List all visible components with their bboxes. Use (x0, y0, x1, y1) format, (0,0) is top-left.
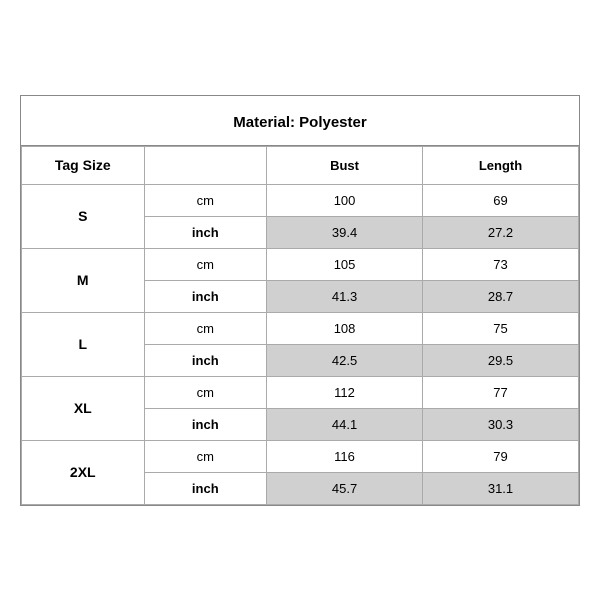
bust-inch: 41.3 (267, 280, 423, 312)
length-inch: 28.7 (423, 280, 579, 312)
bust-cm: 116 (267, 440, 423, 472)
size-chart-container: Material: Polyester Tag Size Bust Length… (20, 95, 580, 506)
header-length: Length (423, 146, 579, 184)
header-unit-empty (144, 146, 267, 184)
unit-inch: inch (144, 280, 267, 312)
length-inch: 29.5 (423, 344, 579, 376)
chart-title: Material: Polyester (21, 96, 579, 146)
header-bust: Bust (267, 146, 423, 184)
bust-cm: 112 (267, 376, 423, 408)
length-cm: 69 (423, 184, 579, 216)
bust-cm: 105 (267, 248, 423, 280)
bust-inch: 45.7 (267, 472, 423, 504)
tag-size-cell: XL (22, 376, 145, 440)
tag-size-cell: M (22, 248, 145, 312)
bust-inch: 42.5 (267, 344, 423, 376)
table-row: 2XLcm11679 (22, 440, 579, 472)
unit-cm: cm (144, 440, 267, 472)
length-cm: 77 (423, 376, 579, 408)
unit-inch: inch (144, 408, 267, 440)
tag-size-cell: S (22, 184, 145, 248)
length-inch: 27.2 (423, 216, 579, 248)
tag-size-cell: 2XL (22, 440, 145, 504)
table-row: XLcm11277 (22, 376, 579, 408)
header-tag-size: Tag Size (22, 146, 145, 184)
table-row: Mcm10573 (22, 248, 579, 280)
length-cm: 79 (423, 440, 579, 472)
table-row: Lcm10875 (22, 312, 579, 344)
bust-cm: 100 (267, 184, 423, 216)
bust-cm: 108 (267, 312, 423, 344)
length-cm: 75 (423, 312, 579, 344)
table-row: Scm10069 (22, 184, 579, 216)
tag-size-cell: L (22, 312, 145, 376)
size-table: Tag Size Bust Length Scm10069inch39.427.… (21, 146, 579, 505)
length-cm: 73 (423, 248, 579, 280)
unit-cm: cm (144, 376, 267, 408)
length-inch: 30.3 (423, 408, 579, 440)
unit-cm: cm (144, 248, 267, 280)
bust-inch: 39.4 (267, 216, 423, 248)
unit-cm: cm (144, 312, 267, 344)
unit-inch: inch (144, 344, 267, 376)
unit-inch: inch (144, 472, 267, 504)
length-inch: 31.1 (423, 472, 579, 504)
unit-inch: inch (144, 216, 267, 248)
unit-cm: cm (144, 184, 267, 216)
bust-inch: 44.1 (267, 408, 423, 440)
